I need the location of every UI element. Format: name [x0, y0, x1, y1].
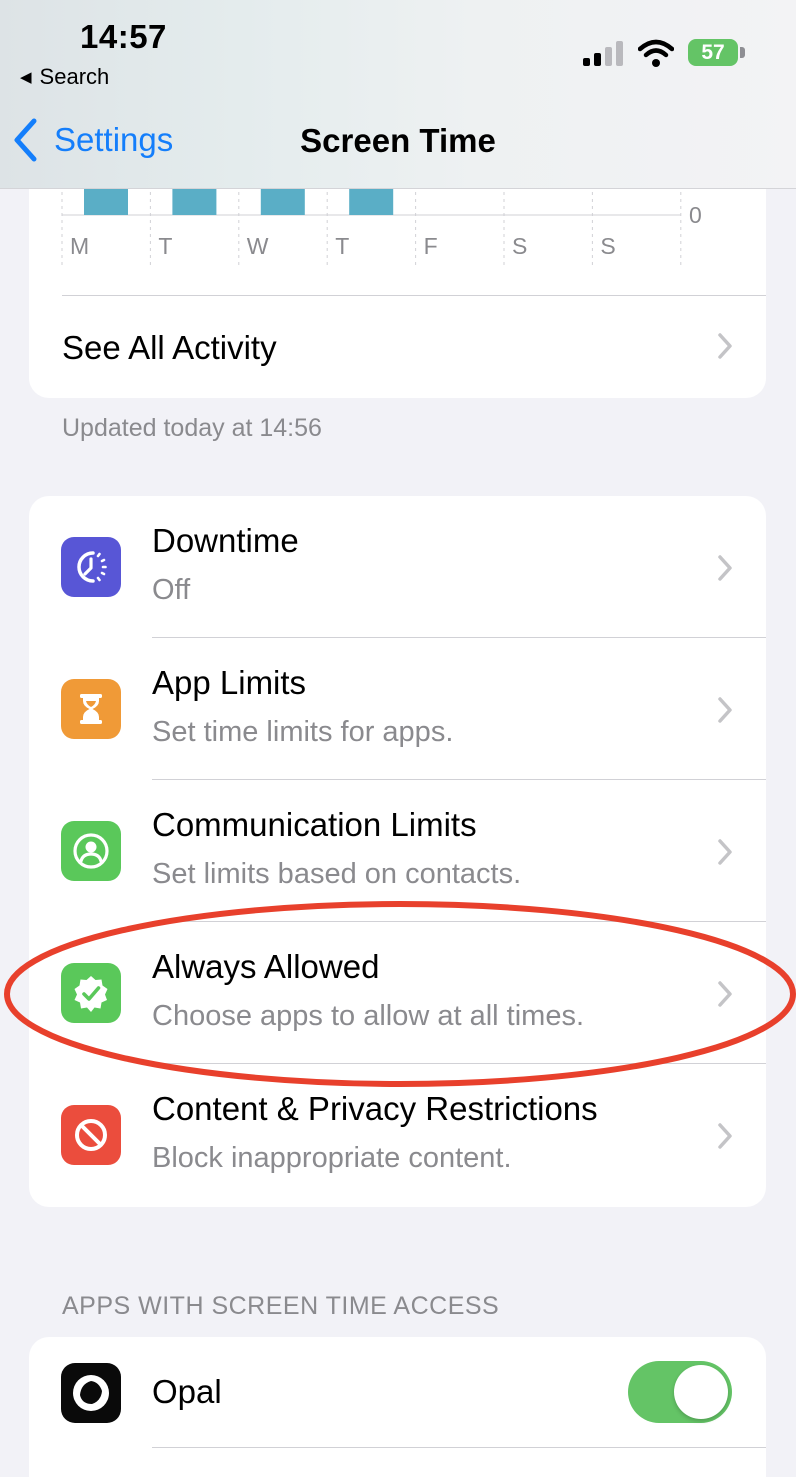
always-allowed-subtitle: Choose apps to allow at all times. — [152, 1000, 584, 1032]
person-circle-icon — [61, 821, 121, 881]
content-privacy-title: Content & Privacy Restrictions — [152, 1090, 598, 1127]
chart-day-label: T — [335, 233, 349, 259]
screen-time-apps-list: Opal — [29, 1337, 766, 1477]
content-privacy-subtitle: Block inappropriate content. — [152, 1142, 512, 1174]
chart-day-label: T — [158, 233, 172, 259]
app-limits-row[interactable]: App Limits Set time limits for apps. — [29, 638, 766, 780]
back-to-search-label: Search — [39, 64, 110, 89]
chart-day-label: W — [247, 233, 269, 259]
hourglass-icon — [61, 679, 121, 739]
screen-time-settings-list: Downtime Off App Limits Set time limits … — [29, 496, 766, 1207]
communication-limits-row[interactable]: Communication Limits Set limits based on… — [29, 780, 766, 922]
chevron-right-icon — [718, 697, 732, 723]
downtime-subtitle: Off — [152, 574, 191, 606]
chart-day-label: F — [424, 233, 438, 259]
chevron-right-icon — [718, 839, 732, 865]
chart-axis-zero: 0 — [689, 202, 702, 228]
wifi-icon — [638, 39, 674, 67]
checkmark-seal-icon — [61, 963, 121, 1023]
back-to-search[interactable]: ◀ Search — [20, 64, 109, 90]
chart-day-labels: MTWTFSS — [70, 233, 616, 259]
page-title: Screen Time — [300, 122, 496, 159]
toggle-knob — [674, 1365, 728, 1419]
cellular-signal-icon — [583, 41, 623, 66]
restricted-icon — [61, 1105, 121, 1165]
opal-access-toggle[interactable] — [628, 1361, 732, 1423]
communication-limits-title: Communication Limits — [152, 806, 477, 843]
updated-timestamp: Updated today at 14:56 — [62, 414, 322, 442]
top-bar: 14:57 ◀ Search 57 Settings Screen Time — [0, 0, 796, 189]
battery-icon: 57 — [688, 39, 738, 66]
chevron-right-icon — [718, 333, 732, 359]
opal-app-icon — [61, 1363, 121, 1423]
status-time: 14:57 — [80, 18, 167, 55]
app-limits-subtitle: Set time limits for apps. — [152, 716, 454, 748]
back-triangle-icon: ◀ — [20, 69, 32, 86]
battery-level: 57 — [701, 40, 725, 64]
opal-app-name: Opal — [152, 1373, 222, 1410]
always-allowed-title: Always Allowed — [152, 948, 380, 985]
chevron-right-icon — [718, 1123, 732, 1149]
communication-limits-subtitle: Set limits based on contacts. — [152, 858, 522, 890]
always-allowed-row[interactable]: Always Allowed Choose apps to allow at a… — [29, 922, 766, 1064]
see-all-activity-label: See All Activity — [62, 328, 277, 366]
content-privacy-restrictions-row[interactable]: Content & Privacy Restrictions Block ina… — [29, 1064, 766, 1206]
chart-day-label: S — [512, 233, 527, 259]
chart-day-label: S — [600, 233, 615, 259]
app-limits-title: App Limits — [152, 664, 307, 701]
apps-section-header: APPS WITH SCREEN TIME ACCESS — [62, 1292, 500, 1320]
see-all-activity-row[interactable]: See All Activity — [62, 295, 766, 398]
downtime-row[interactable]: Downtime Off — [29, 496, 766, 638]
chevron-right-icon — [718, 981, 732, 1007]
downtime-title: Downtime — [152, 522, 299, 559]
battery-cap — [740, 47, 745, 58]
chart-day-label: M — [70, 233, 89, 259]
downtime-icon — [61, 537, 121, 597]
chevron-right-icon — [718, 555, 732, 581]
